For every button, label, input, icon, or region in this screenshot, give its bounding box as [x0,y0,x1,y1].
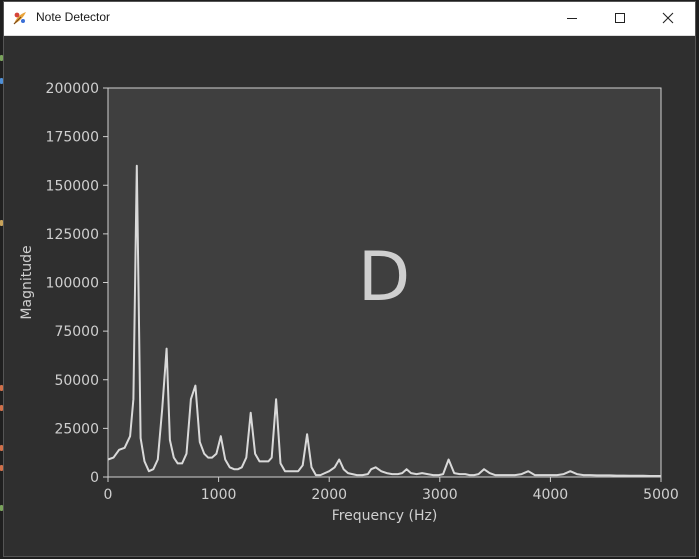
maximize-button[interactable] [597,2,643,35]
frequency-plot: 0250005000075000100000125000150000175000… [4,36,695,556]
minimize-icon [567,18,577,19]
maximize-icon [615,13,625,23]
title-bar[interactable]: Note Detector [4,2,695,36]
y-tick-label: 50000 [54,373,99,389]
x-tick-label: 0 [104,487,113,503]
y-tick-label: 200000 [46,81,99,97]
note-detector-window: Note Detector 0 25000 50000 75000 100000 1250… [4,2,695,556]
window-title: Note Detector [36,10,111,24]
y-tick-label: 75000 [54,324,99,340]
x-tick-label: 1000 [201,487,237,503]
y-tick-label: 0 [90,470,99,486]
x-axis-label: Frequency (Hz) [332,508,438,524]
tkinter-feather-icon [13,12,26,25]
y-tick-label: 25000 [54,421,99,437]
detected-note-label: D [358,238,410,317]
y-tick-label: 175000 [46,130,99,146]
y-tick-label: 150000 [46,178,99,194]
minimize-button[interactable] [549,2,595,35]
y-axis-ticks: 0 25000 50000 75000 100000 125000 150000 175000… [46,81,108,486]
close-icon [662,12,674,24]
close-button[interactable] [645,2,691,35]
x-tick-label: 2000 [311,487,347,503]
y-axis-label: Magnitude [19,245,35,319]
x-tick-label: 4000 [533,487,569,503]
x-tick-label: 3000 [422,487,458,503]
y-tick-label: 100000 [46,276,99,292]
x-tick-label: 5000 [643,487,679,503]
y-tick-label: 125000 [46,227,99,243]
